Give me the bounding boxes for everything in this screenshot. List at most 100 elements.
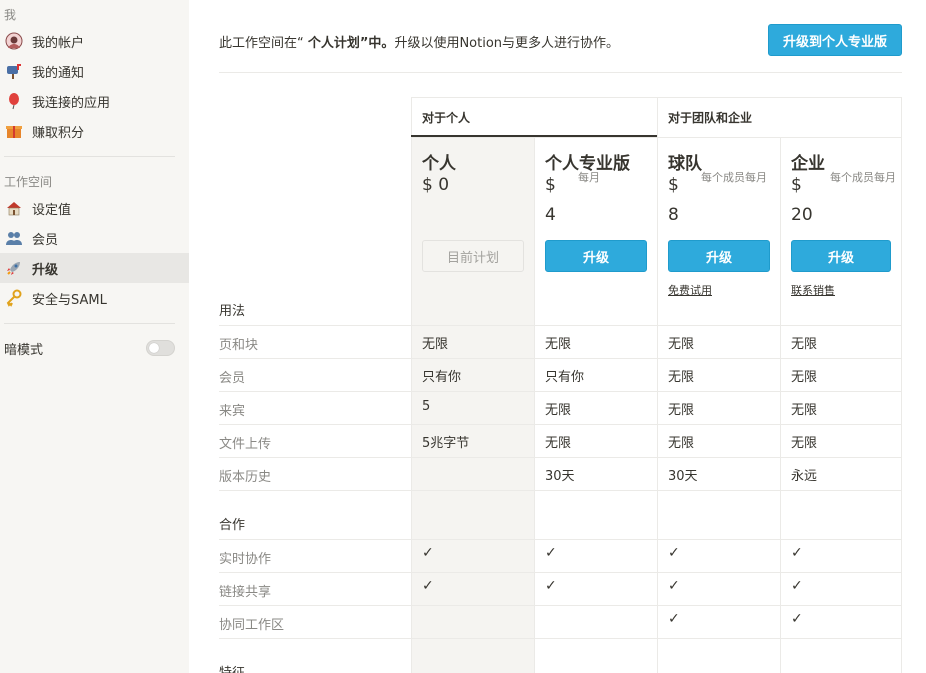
sidebar-item-label: 赚取积分 xyxy=(32,125,85,141)
table-cell: 5兆字节 xyxy=(422,436,470,451)
table-cell: 无限 xyxy=(668,436,695,451)
row-divider xyxy=(219,391,902,392)
notice-plan: 个人计划 xyxy=(307,36,360,51)
column-divider xyxy=(901,97,902,673)
sidebar-item-upgrade[interactable]: 升级 xyxy=(0,253,189,283)
gift-icon xyxy=(4,121,24,141)
notice-suffix: 升级以使用Notion与更多人进行协作。 xyxy=(394,36,620,51)
check-icon: ✓ xyxy=(668,545,680,561)
header-divider xyxy=(219,72,902,73)
plan-name-enterprise: 企业 xyxy=(791,154,825,174)
row-divider xyxy=(219,539,902,540)
group-header-personal: 对于个人 xyxy=(422,110,471,125)
plan-price-personal: $ 0 xyxy=(422,175,450,195)
row-label-version-history: 版本历史 xyxy=(219,470,272,485)
avatar-icon xyxy=(4,31,24,51)
check-icon: ✓ xyxy=(545,545,557,561)
table-cell: 5 xyxy=(422,399,431,414)
check-icon: ✓ xyxy=(668,611,680,627)
row-divider xyxy=(219,358,902,359)
check-icon: ✓ xyxy=(422,545,434,561)
workspace-plan-notice: 此工作空间在“ 个人计划”中。升级以使用Notion与更多人进行协作。 xyxy=(219,32,619,51)
plan-price-note: 每个成员每月 xyxy=(701,171,767,184)
table-cell: 无限 xyxy=(791,370,818,385)
sidebar-item-security-saml[interactable]: 安全与SAML xyxy=(0,283,189,313)
plan-price-value: 8 xyxy=(668,205,679,225)
row-label-guests: 来宾 xyxy=(219,404,246,419)
pricing-table: 对于个人 对于团队和企业 个人 $ 0 目前计划 个人专业版 $ 每月 4 升级… xyxy=(219,97,902,673)
sidebar-item-label: 我连接的应用 xyxy=(32,95,111,111)
table-cell: 30天 xyxy=(545,469,575,484)
sidebar-item-connected-apps[interactable]: 我连接的应用 xyxy=(0,86,189,116)
sidebar-item-label: 安全与SAML xyxy=(32,292,107,308)
sidebar-item-my-account[interactable]: 我的帐户 xyxy=(0,26,189,56)
house-icon xyxy=(4,198,24,218)
table-cell: 只有你 xyxy=(545,370,585,385)
row-divider xyxy=(411,97,902,98)
table-cell: 无限 xyxy=(668,337,695,352)
contact-sales-link[interactable]: 联系销售 xyxy=(791,282,835,298)
sidebar-section-me: 我 xyxy=(4,8,17,22)
sidebar-item-label: 会员 xyxy=(32,232,59,248)
column-divider xyxy=(780,138,781,673)
row-label-link-sharing: 链接共享 xyxy=(219,585,272,600)
current-plan-button: 目前计划 xyxy=(422,240,524,272)
rocket-icon xyxy=(4,258,24,278)
plan-name-team: 球队 xyxy=(668,154,702,174)
plan-price-value: 20 xyxy=(791,205,813,225)
check-icon: ✓ xyxy=(422,578,434,594)
sidebar-item-notifications[interactable]: 我的通知 xyxy=(0,56,189,86)
upgrade-team-button[interactable]: 升级 xyxy=(668,240,770,272)
row-divider xyxy=(219,490,902,491)
free-trial-link[interactable]: 免费试用 xyxy=(668,282,712,298)
plan-name-personal: 个人 xyxy=(422,154,456,174)
column-divider xyxy=(534,138,535,673)
plan-price-value: 4 xyxy=(545,205,556,225)
upgrade-enterprise-button[interactable]: 升级 xyxy=(791,240,891,272)
row-divider xyxy=(219,572,902,573)
section-title-features: 特征 xyxy=(219,662,245,673)
group-header-team: 对于团队和企业 xyxy=(668,110,753,125)
table-cell: 无限 xyxy=(668,370,695,385)
row-label-pages-blocks: 页和块 xyxy=(219,338,259,353)
table-cell: 无限 xyxy=(545,436,572,451)
sidebar-item-label: 我的通知 xyxy=(32,65,85,81)
table-cell: 无限 xyxy=(545,403,572,418)
sidebar-item-label: 升级 xyxy=(32,262,59,278)
table-cell: 无限 xyxy=(791,436,818,451)
table-cell: 无限 xyxy=(791,403,818,418)
check-icon: ✓ xyxy=(791,611,803,627)
table-cell: 无限 xyxy=(545,337,572,352)
group-personal-underline xyxy=(411,135,657,137)
column-divider xyxy=(411,97,412,673)
check-icon: ✓ xyxy=(545,578,557,594)
sidebar-item-settings[interactable]: 设定值 xyxy=(0,193,189,223)
table-cell: 无限 xyxy=(668,403,695,418)
row-divider xyxy=(219,325,902,326)
upgrade-personal-pro-button[interactable]: 升级 xyxy=(545,240,647,272)
balloon-icon xyxy=(4,91,24,111)
table-cell: 无限 xyxy=(422,337,449,352)
column-divider xyxy=(657,97,658,673)
mailbox-icon xyxy=(4,61,24,81)
sidebar-section-workspace: 工作空间 xyxy=(4,175,53,189)
row-divider xyxy=(219,424,902,425)
plan-price-symbol: $ xyxy=(791,175,802,195)
check-icon: ✓ xyxy=(791,578,803,594)
row-label-realtime-collab: 实时协作 xyxy=(219,552,272,567)
table-cell: 无限 xyxy=(791,337,818,352)
dark-mode-toggle[interactable] xyxy=(146,340,175,356)
row-divider xyxy=(411,137,902,138)
section-title-collaboration: 合作 xyxy=(219,518,246,533)
key-icon xyxy=(4,288,24,308)
row-label-collab-workspace: 协同工作区 xyxy=(219,618,285,633)
notice-prefix: 此工作空间在“ xyxy=(219,36,308,51)
dark-mode-label: 暗模式 xyxy=(4,342,44,358)
section-title-usage: 用法 xyxy=(219,304,246,319)
plan-price-note: 每月 xyxy=(578,171,600,184)
sidebar-item-earn-credit[interactable]: 赚取积分 xyxy=(0,116,189,146)
upgrade-to-personal-pro-button[interactable]: 升级到个人专业版 xyxy=(768,24,902,56)
sidebar-item-members[interactable]: 会员 xyxy=(0,223,189,253)
plan-price-note: 每个成员每月 xyxy=(830,171,896,184)
row-divider xyxy=(219,457,902,458)
